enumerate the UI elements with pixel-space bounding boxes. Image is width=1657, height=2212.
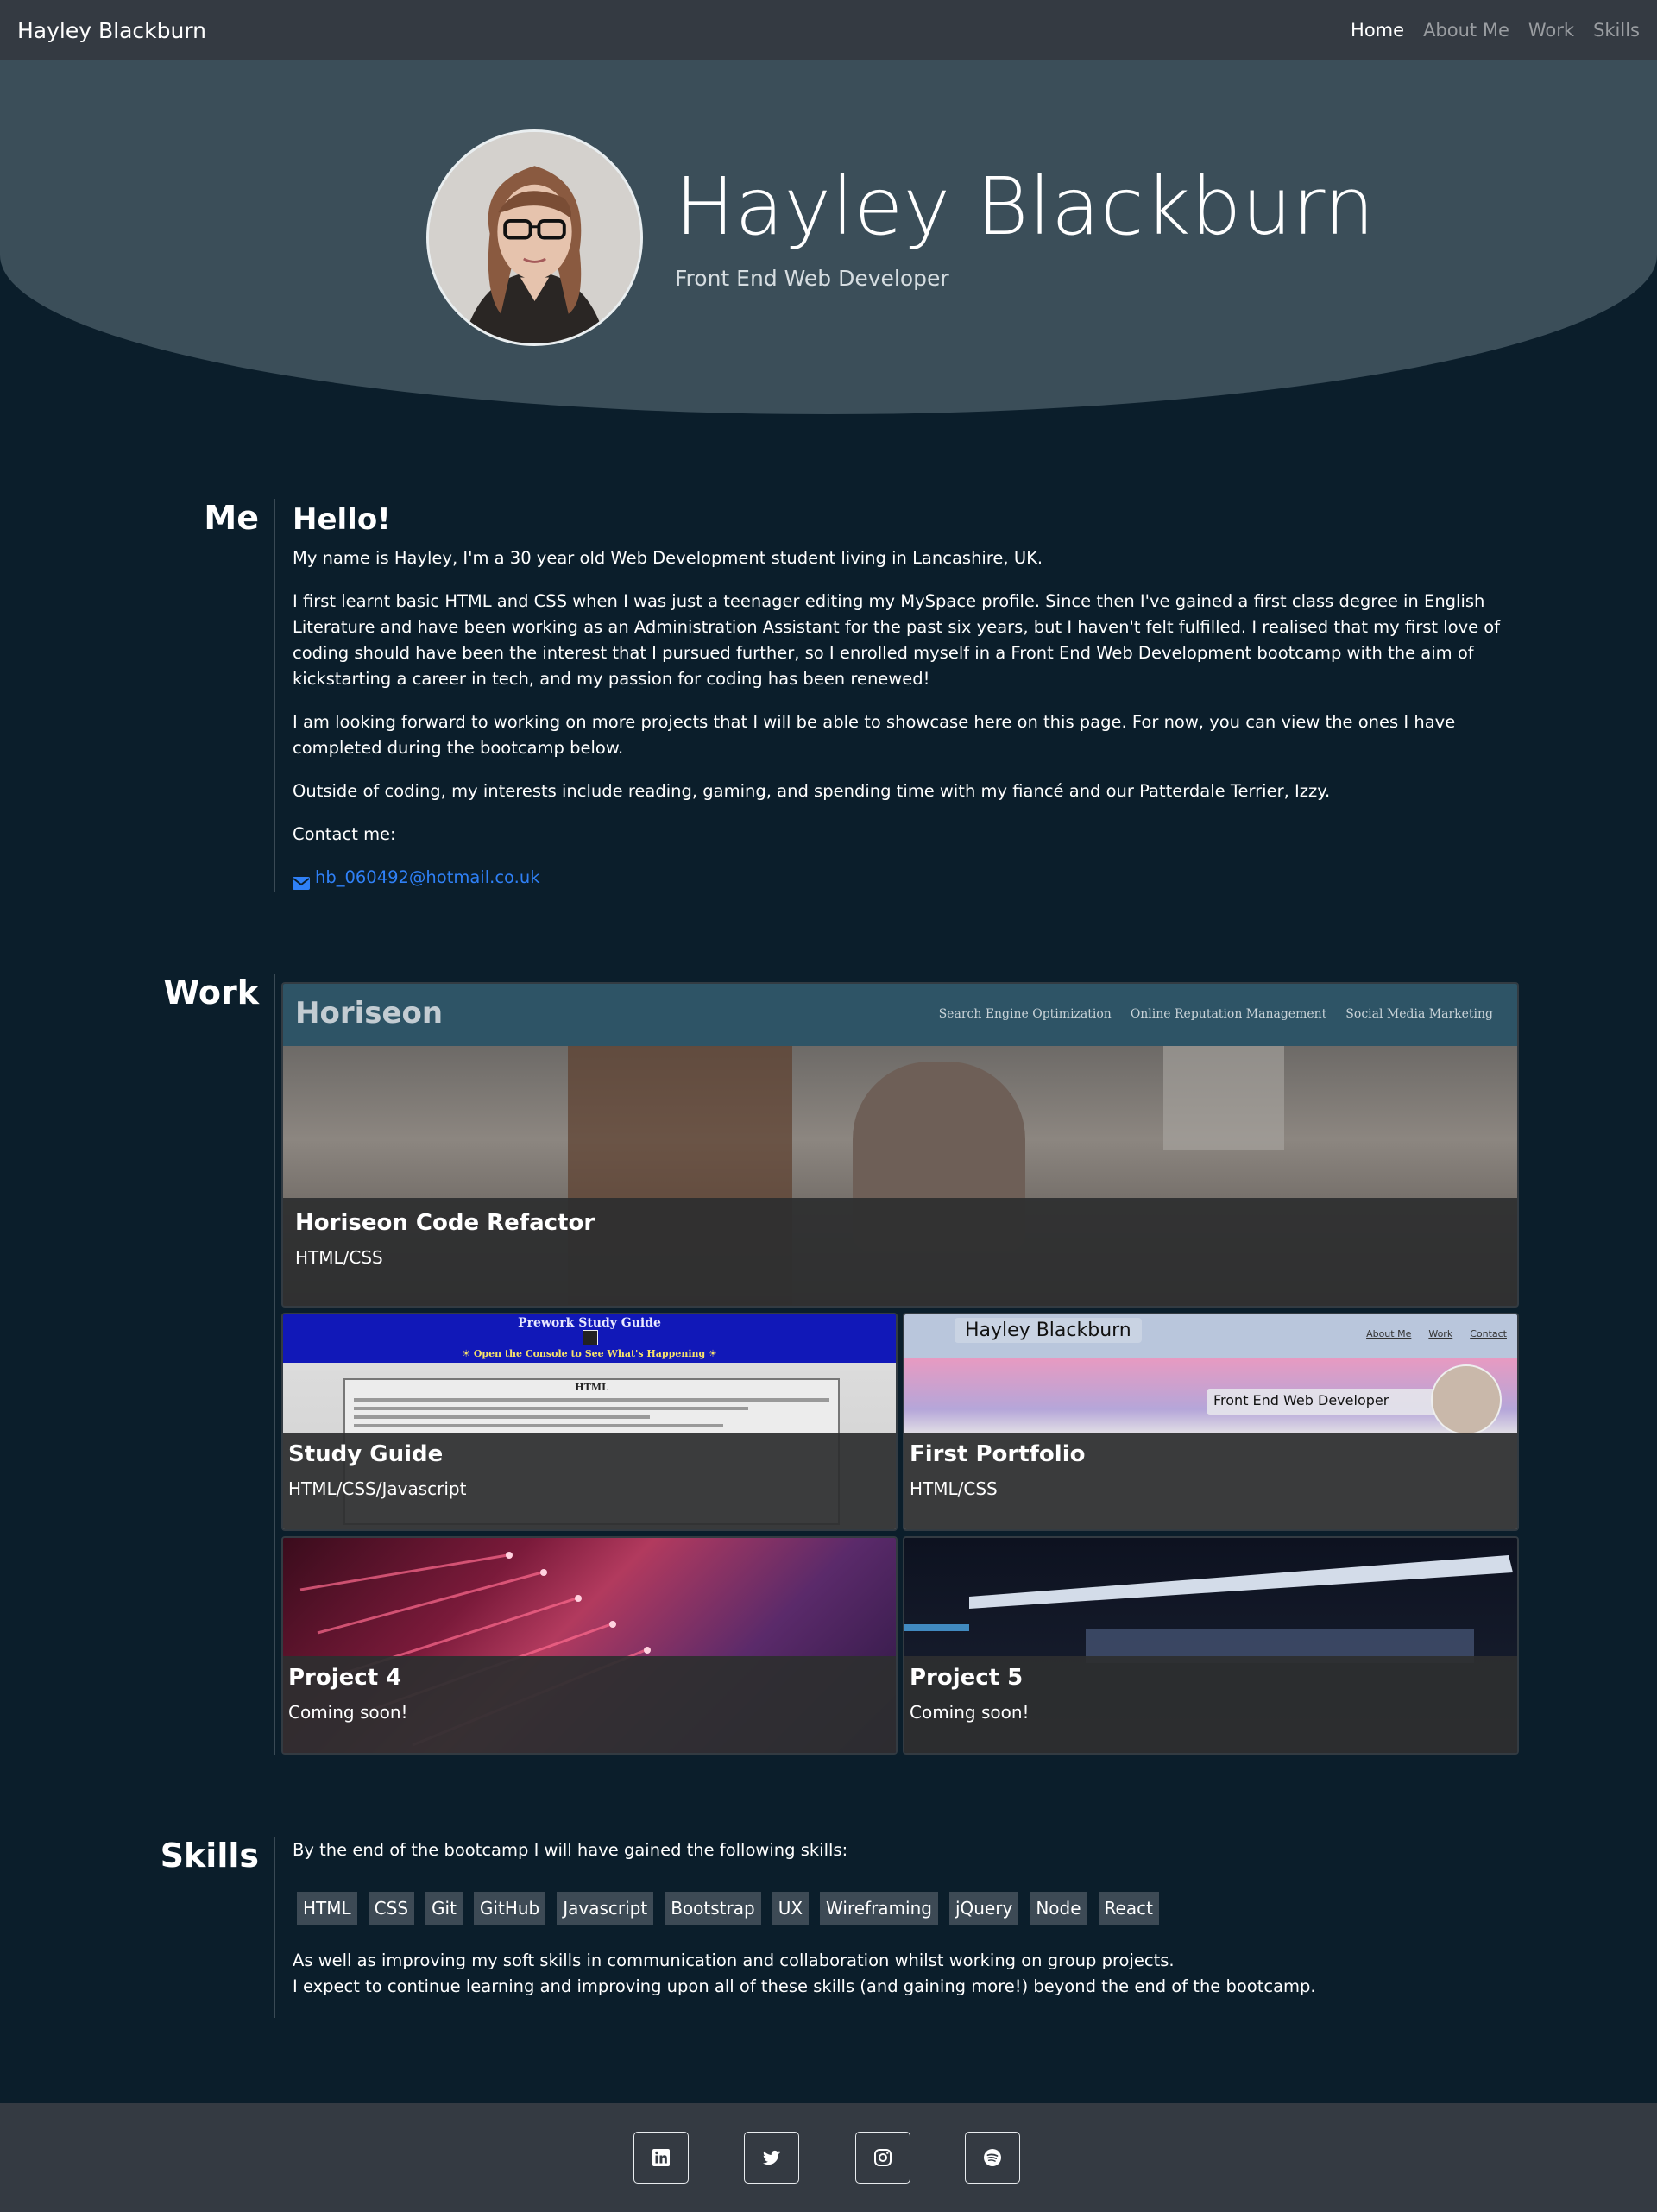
skill-badge: Git [425,1892,463,1925]
preview-link: Contact [1470,1328,1507,1339]
skill-badge: HTML [297,1892,357,1925]
me-paragraph: I am looking forward to working on more … [293,712,1456,758]
skill-badge: jQuery [948,1892,1019,1925]
email-text: hb_060492@hotmail.co.uk [315,867,540,887]
preview-menu-item: Social Media Marketing [1345,1007,1493,1021]
preview-banner: ☀ Open the Console to See What's Happeni… [462,1348,717,1359]
avatar [426,129,643,346]
me-divider [274,499,275,892]
project-title: Horiseon Code Refactor [295,1210,595,1236]
twitter-button[interactable] [744,2132,799,2184]
skills-badges: HTML CSS Git GitHub Javascript Bootstrap… [297,1892,1159,1925]
work-divider [274,974,275,1755]
nav-link-about-me[interactable]: About Me [1423,20,1509,41]
twitter-icon [763,2150,780,2165]
preview-link: Work [1428,1328,1453,1339]
preview-title: Prework Study Guide [518,1316,661,1330]
envelope-icon [293,872,310,890]
navbar-brand[interactable]: Hayley Blackburn [17,18,206,43]
project-title: First Portfolio [910,1441,1086,1467]
project-overlay: Project 4 Coming soon! [283,1656,896,1753]
project-card-study-guide[interactable]: Prework Study Guide ☀ Open the Console t… [281,1313,898,1531]
section-title-me: Me [204,499,259,537]
me-heading: Hello! [293,502,391,537]
email-link[interactable]: hb_060492@hotmail.co.uk [293,865,540,891]
nav-link-home[interactable]: Home [1351,20,1404,41]
project-tech: HTML/CSS [295,1247,383,1268]
preview-subtitle: Front End Web Developer [1207,1389,1465,1415]
footer [0,2103,1657,2212]
hero-subtitle: Front End Web Developer [675,266,949,291]
skill-badge: React [1098,1892,1159,1925]
preview-avatar [1431,1364,1502,1435]
project-title: Project 4 [288,1665,402,1691]
project-card-project-5[interactable]: Project 5 Coming soon! [903,1536,1519,1755]
instagram-button[interactable] [855,2132,910,2184]
nav-links: Home About Me Work Skills [1332,20,1640,41]
nav-link-skills[interactable]: Skills [1593,20,1640,41]
project-card-horiseon[interactable]: Horiseon Search Engine Optimization Onli… [281,982,1519,1308]
preview-name: Hayley Blackburn [955,1318,1142,1343]
project-tech: HTML/CSS [910,1478,998,1499]
preview-link: About Me [1366,1328,1412,1339]
project-overlay: Study Guide HTML/CSS/Javascript [283,1433,896,1529]
section-title-work: Work [163,974,259,1011]
skill-badge: CSS [368,1892,415,1925]
contact-label: Contact me: [293,824,396,844]
skill-badge: Wireframing [820,1892,938,1925]
skill-badge: GitHub [473,1892,546,1925]
project-overlay: Project 5 Coming soon! [904,1656,1517,1753]
me-paragraph: My name is Hayley, I'm a 30 year old Web… [293,548,1043,568]
linkedin-button[interactable] [633,2132,689,2184]
skill-badge: Bootstrap [665,1892,761,1925]
project-title: Study Guide [288,1441,444,1467]
preview-menu-item: Online Reputation Management [1130,1007,1327,1021]
project-card-first-portfolio[interactable]: Hayley Blackburn About Me Work Contact F… [903,1313,1519,1531]
preview-box-title: HTML [575,1382,608,1393]
about-me-content: Hello! My name is Hayley, I'm a 30 year … [293,501,1509,898]
project-tech: Coming soon! [288,1702,408,1723]
preview-links: About Me Work Contact [1366,1328,1507,1339]
skills-outro-line: As well as improving my soft skills in c… [293,1950,1175,1970]
spotify-button[interactable] [965,2132,1020,2184]
skill-badge: Javascript [557,1892,654,1925]
preview-menu-item: Search Engine Optimization [938,1007,1112,1021]
instagram-icon [874,2149,892,2166]
project-card-project-4[interactable]: Project 4 Coming soon! [281,1536,898,1755]
project-tech: Coming soon! [910,1702,1030,1723]
skills-outro-line: I expect to continue learning and improv… [293,1976,1316,1996]
profile-photo [429,132,640,343]
project-overlay: First Portfolio HTML/CSS [904,1433,1517,1529]
project-title: Project 5 [910,1665,1024,1691]
skills-intro: By the end of the bootcamp I will have g… [293,1840,848,1860]
skill-badge: Node [1030,1892,1087,1925]
skills-divider [274,1837,275,2018]
navbar: Hayley Blackburn Home About Me Work Skil… [0,0,1657,60]
spotify-icon [984,2149,1001,2166]
project-tech: HTML/CSS/Javascript [288,1478,467,1499]
preview-menu: Search Engine Optimization Online Reputa… [939,1007,1493,1021]
preview-logo-icon [583,1330,598,1345]
linkedin-icon [652,2149,670,2166]
me-paragraph: Outside of coding, my interests include … [293,781,1331,801]
me-paragraph: I first learnt basic HTML and CSS when I… [293,591,1501,689]
hero-name: Hayley Blackburn [675,161,1376,253]
skill-badge: UX [772,1892,810,1925]
project-overlay: Horiseon Code Refactor HTML/CSS [283,1198,1517,1306]
preview-board [1163,1046,1284,1150]
skills-outro: As well as improving my soft skills in c… [293,1948,1316,2000]
preview-logo: Horiseon [295,996,444,1030]
nav-link-work[interactable]: Work [1528,20,1574,41]
section-title-skills: Skills [160,1837,259,1875]
